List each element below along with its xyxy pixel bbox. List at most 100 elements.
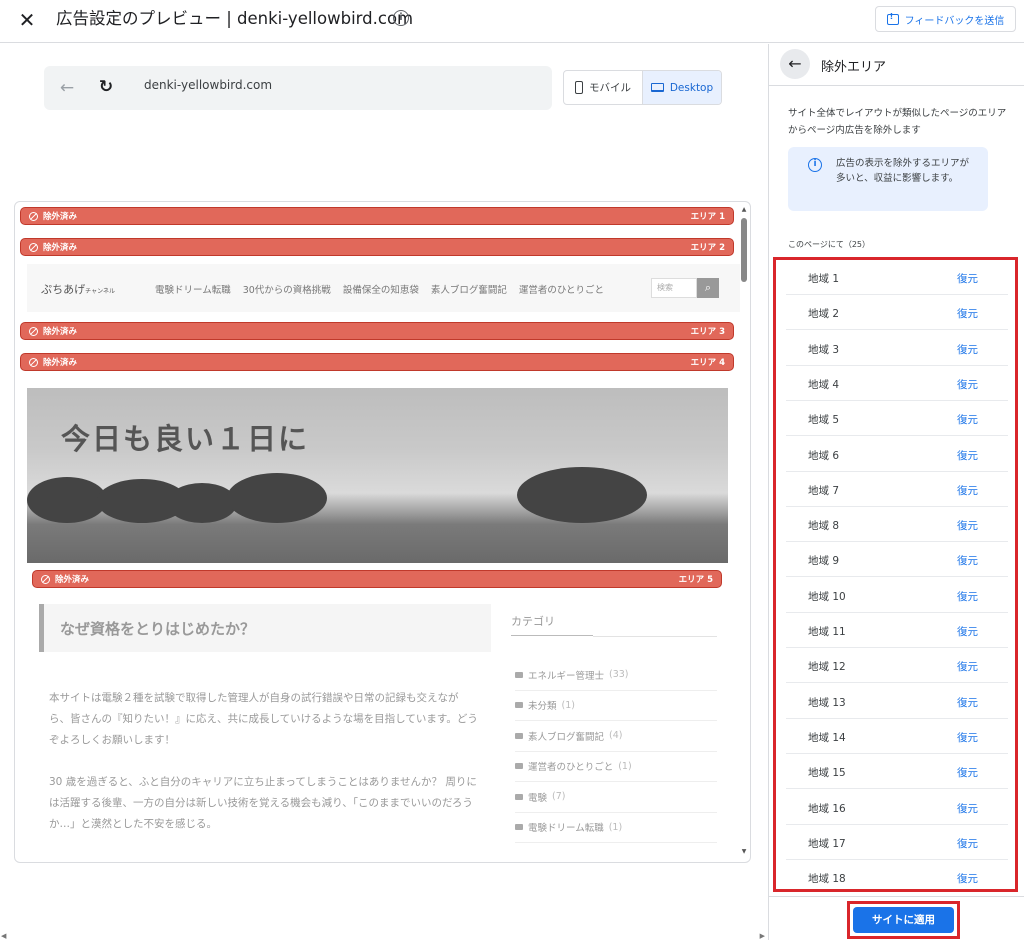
post-paragraph: 本サイトは電験２種を試験で取得した管理人が自身の試行錯誤や日常の記録も交えながら…	[49, 692, 478, 746]
feedback-icon	[886, 12, 899, 25]
desktop-button[interactable]: Desktop	[642, 71, 721, 104]
post-paragraph: 30 歳を過ぎると、ふと自分のキャリアに立ち止まってしまうことはありませんか？ …	[49, 776, 477, 830]
excluded-area-5[interactable]: 除外済み エリア 5	[32, 570, 722, 588]
category-item[interactable]: 電験 (7)	[515, 782, 717, 813]
restore-link[interactable]: 復元	[957, 836, 978, 851]
category-item[interactable]: 素人ブログ奮闘記 (4)	[515, 721, 717, 752]
restore-link[interactable]: 復元	[957, 801, 978, 816]
region-row: 地域 5 復元	[786, 401, 1008, 437]
category-item[interactable]: 運営者のひとりごと (1)	[515, 752, 717, 782]
info-icon[interactable]: i	[393, 10, 409, 26]
desktop-label: Desktop	[669, 81, 714, 94]
category-item[interactable]: エネルギー管理士 (33)	[515, 660, 717, 691]
feedback-button[interactable]: フィードバックを送信	[875, 6, 1016, 32]
restore-link[interactable]: 復元	[957, 483, 978, 498]
back-arrow-icon[interactable]: ←	[58, 77, 76, 99]
region-name: 地域 17	[808, 837, 846, 850]
horizontal-scrollbar[interactable]: ◀ ▶	[0, 932, 768, 940]
restore-link[interactable]: 復元	[957, 342, 978, 357]
restore-link[interactable]: 復元	[957, 518, 978, 533]
category-list: エネルギー管理士 (33) 未分類 (1) 素人ブログ奮闘記 (4) 運営者のひとりご…	[515, 660, 717, 843]
scroll-up-icon[interactable]: ▲	[740, 206, 748, 214]
ban-icon	[29, 242, 38, 252]
region-row: 地域 11 復元	[786, 613, 1008, 648]
region-row: 地域 4 復元	[786, 366, 1008, 401]
scroll-right-icon[interactable]: ▶	[760, 932, 765, 940]
restore-link[interactable]: 復元	[957, 871, 978, 886]
restore-link[interactable]: 復元	[957, 624, 978, 639]
region-row: 地域 9 復元	[786, 542, 1008, 578]
hero-text: 今日も良い１日に	[61, 422, 310, 456]
restore-link[interactable]: 復元	[957, 765, 978, 780]
excluded-area-4[interactable]: 除外済み エリア 4	[20, 353, 734, 371]
region-row: 地域 12 復元	[786, 648, 1008, 684]
nav-item[interactable]: 運営者のひとりごと	[519, 282, 604, 296]
region-row: 地域 8 復元	[786, 507, 1008, 543]
region-row: 地域 17 復元	[786, 825, 1008, 860]
restore-link[interactable]: 復元	[957, 553, 978, 568]
nav-item[interactable]: 電験ドリーム転職	[155, 282, 231, 296]
restore-link[interactable]: 復元	[957, 412, 978, 427]
excluded-area-3[interactable]: 除外済み エリア 3	[20, 322, 734, 340]
nav-item[interactable]: 30代からの資格挑戦	[243, 282, 331, 296]
nav-item[interactable]: 素人ブログ奮闘記	[431, 282, 507, 296]
site-logo[interactable]: ぷちあげチャンネル	[41, 281, 115, 297]
area-label: エリア 2	[690, 243, 725, 253]
tree-silhouette	[227, 473, 327, 523]
folder-icon	[515, 702, 523, 709]
excluded-area-2[interactable]: 除外済み エリア 2	[20, 238, 734, 256]
excluded-label: 除外済み	[43, 327, 78, 337]
scrollbar-thumb[interactable]	[741, 218, 747, 282]
mobile-button[interactable]: モバイル	[564, 71, 642, 104]
ban-icon	[29, 326, 38, 336]
reload-icon[interactable]: ↻	[96, 75, 116, 97]
search-icon[interactable]: ⌕	[697, 278, 719, 298]
vertical-scrollbar[interactable]: ▲ ▼	[740, 206, 748, 856]
site-search-input[interactable]: 検索	[651, 278, 697, 298]
folder-icon	[515, 732, 523, 739]
tree-silhouette	[167, 483, 237, 523]
top-bar: ✕ 広告設定のプレビュー | denki-yellowbird.com i フィ…	[0, 0, 1024, 43]
restore-link[interactable]: 復元	[957, 377, 978, 392]
back-button[interactable]: ←	[780, 49, 810, 79]
folder-icon	[515, 671, 523, 678]
area-label: エリア 1	[690, 212, 725, 222]
category-item[interactable]: 未分類 (1)	[515, 691, 717, 721]
scroll-down-icon[interactable]: ▼	[740, 848, 748, 856]
site-preview-frame: 除外済み エリア 1 除外済み エリア 2 ぷちあげチャンネル 電験ドリーム転職…	[14, 201, 751, 863]
excluded-label: 除外済み	[43, 212, 78, 222]
restore-link[interactable]: 復元	[957, 589, 978, 604]
region-name: 地域 9	[808, 555, 840, 568]
region-name: 地域 1	[808, 273, 840, 285]
panel-footer: サイトに適用	[769, 896, 1024, 940]
region-row: 地域 3 復元	[786, 331, 1008, 366]
url-bar: ← ↻ denki-yellowbird.com	[44, 66, 552, 110]
restore-link[interactable]: 復元	[957, 695, 978, 710]
area-label: エリア 4	[690, 358, 725, 368]
restore-link[interactable]: 復元	[957, 306, 978, 321]
excluded-label: 除外済み	[55, 575, 90, 585]
region-name: 地域 11	[808, 626, 846, 638]
nav-item[interactable]: 設備保全の知恵袋	[343, 282, 419, 296]
panel-title: 除外エリア	[821, 60, 887, 75]
ban-icon	[29, 357, 38, 367]
excluded-area-1[interactable]: 除外済み エリア 1	[20, 207, 734, 225]
region-row: 地域 2 復元	[786, 295, 1008, 331]
category-item[interactable]: 電験ドリーム転職 (1)	[515, 813, 717, 843]
restore-link[interactable]: 復元	[957, 271, 978, 286]
restore-link[interactable]: 復元	[957, 448, 978, 463]
folder-icon	[515, 763, 523, 770]
mobile-label: モバイル	[589, 82, 631, 94]
scroll-left-icon[interactable]: ◀	[1, 932, 6, 940]
tree-silhouette	[27, 477, 107, 523]
close-icon[interactable]: ✕	[14, 7, 40, 33]
feedback-label: フィードバックを送信	[904, 15, 1005, 27]
panel-header: ← 除外エリア	[769, 44, 1024, 86]
apply-to-site-button[interactable]: サイトに適用	[853, 907, 954, 933]
folder-icon	[515, 793, 523, 800]
restore-link[interactable]: 復元	[957, 659, 978, 674]
area-label: エリア 5	[678, 575, 713, 585]
divider	[593, 636, 717, 637]
restore-link[interactable]: 復元	[957, 730, 978, 745]
site-search[interactable]: 検索 ⌕	[651, 278, 719, 298]
